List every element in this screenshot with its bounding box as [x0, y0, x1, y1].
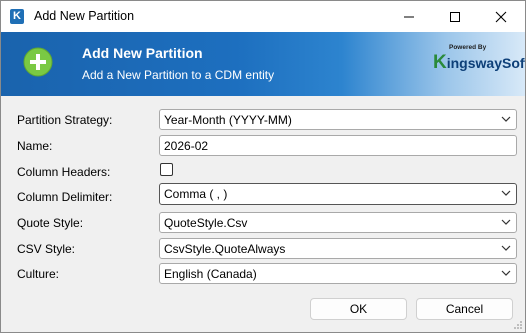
column-headers-checkbox[interactable]	[160, 163, 173, 176]
cancel-button[interactable]: Cancel	[416, 298, 513, 320]
window-title: Add New Partition	[34, 9, 135, 23]
column-delimiter-label: Column Delimiter:	[17, 190, 113, 204]
resize-grip-icon[interactable]	[513, 320, 523, 330]
banner-subtitle: Add a New Partition to a CDM entity	[82, 68, 275, 82]
csv-style-value: CsvStyle.QuoteAlways	[164, 242, 286, 256]
column-delimiter-select[interactable]: Comma ( , )	[159, 183, 517, 205]
chevron-down-icon	[501, 219, 511, 225]
column-headers-label: Column Headers:	[17, 165, 111, 179]
quote-style-select[interactable]: QuoteStyle.Csv	[159, 212, 517, 233]
quote-style-label: Quote Style:	[17, 216, 84, 230]
culture-label: Culture:	[17, 267, 60, 281]
column-delimiter-value: Comma ( , )	[164, 187, 228, 201]
header-banner: Add New Partition Add a New Partition to…	[1, 32, 525, 96]
chevron-down-icon	[501, 245, 511, 251]
kingswaysoft-app-icon: K	[10, 9, 24, 24]
logo-powered-by: Powered By	[449, 44, 487, 51]
partition-strategy-select[interactable]: Year-Month (YYYY-MM)	[159, 109, 517, 130]
culture-value: English (Canada)	[164, 267, 257, 281]
chevron-down-icon	[501, 116, 511, 122]
name-input[interactable]: 2026-02	[159, 135, 517, 156]
add-plus-icon	[23, 47, 53, 77]
maximize-button[interactable]	[432, 1, 478, 32]
kingswaysoft-logo: Powered By KingswaySoft	[433, 44, 525, 78]
close-icon	[495, 11, 507, 23]
quote-style-value: QuoteStyle.Csv	[164, 216, 248, 230]
add-partition-dialog: K Add New Partition Add New Partition Ad…	[0, 0, 526, 333]
csv-style-label: CSV Style:	[17, 242, 76, 256]
maximize-icon	[450, 12, 460, 22]
banner-title: Add New Partition	[82, 45, 203, 61]
logo-k: K	[433, 52, 447, 73]
ok-button[interactable]: OK	[310, 298, 407, 320]
partition-strategy-value: Year-Month (YYYY-MM)	[164, 113, 292, 127]
logo-text: ingswaySoft	[446, 55, 526, 71]
minimize-button[interactable]	[386, 1, 432, 32]
name-value: 2026-02	[164, 139, 209, 153]
partition-strategy-label: Partition Strategy:	[17, 113, 113, 127]
minimize-icon	[404, 16, 414, 18]
csv-style-select[interactable]: CsvStyle.QuoteAlways	[159, 238, 517, 259]
close-button[interactable]	[478, 1, 524, 32]
chevron-down-icon	[501, 270, 511, 276]
chevron-down-icon	[501, 190, 511, 196]
name-label: Name:	[17, 139, 53, 153]
culture-select[interactable]: English (Canada)	[159, 263, 517, 284]
title-bar: K Add New Partition	[1, 1, 525, 32]
